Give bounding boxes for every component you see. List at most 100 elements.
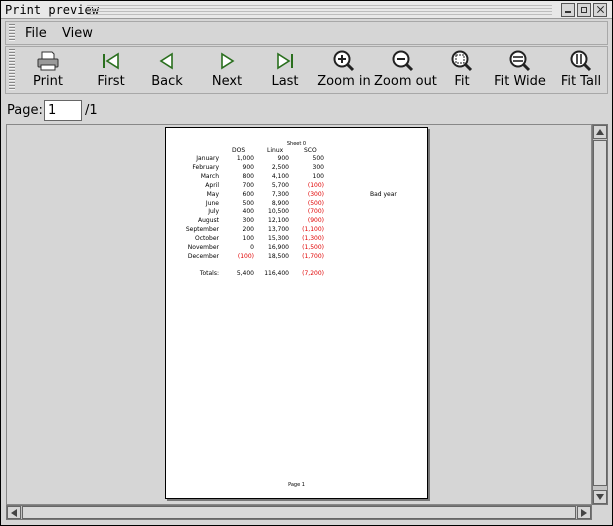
minimize-button[interactable]	[561, 3, 575, 17]
sco-value: (300)	[307, 190, 324, 198]
row-label: October	[194, 235, 219, 243]
fit-tall-label: Fit Tall	[560, 74, 602, 89]
row-label: July	[208, 208, 219, 216]
menu-bar-handle[interactable]	[9, 24, 15, 42]
fit-wide-label: Fit Wide	[494, 74, 546, 89]
sco-total: (7,200)	[302, 270, 324, 277]
page-total: /1	[85, 103, 98, 118]
next-arrow-icon	[215, 50, 239, 72]
linux-value: 18,500	[268, 252, 289, 260]
dos-total: 5,400	[236, 270, 254, 277]
next-label: Next	[211, 74, 243, 89]
preview-page: Sheet 0 Page 1 DOS Linux SCO January 1,000 90…	[165, 127, 428, 499]
fit-label: Fit	[454, 74, 470, 89]
menu-bar: File View	[5, 21, 608, 45]
zoom-out-icon	[391, 50, 415, 72]
sco-value: (1,700)	[302, 252, 324, 260]
title-bar-grip	[87, 5, 552, 15]
last-page-icon	[273, 50, 297, 72]
page-label: Page:	[7, 103, 43, 118]
horizontal-scrollbar[interactable]	[6, 505, 592, 520]
dos-value: 800	[242, 172, 254, 180]
row-label: November	[187, 244, 219, 251]
fit-tall-button[interactable]: Fit Tall	[558, 50, 604, 92]
fit-button[interactable]: Fit	[444, 50, 480, 92]
last-button[interactable]: Last	[265, 50, 305, 92]
linux-value: 10,500	[268, 208, 289, 216]
dos-value: 500	[242, 199, 254, 207]
sco-value: (1,100)	[302, 226, 324, 234]
dos-value: 100	[242, 235, 254, 243]
vertical-scrollbar[interactable]	[592, 124, 608, 505]
minimize-icon	[565, 11, 571, 13]
toolbar-handle[interactable]	[9, 49, 15, 91]
zoom-out-button[interactable]: Zoom out	[374, 50, 437, 92]
linux-value: 5,700	[271, 181, 289, 189]
menu-file[interactable]: File	[22, 25, 50, 42]
linux-total: 116,400	[264, 270, 289, 277]
linux-value: 7,300	[271, 190, 289, 198]
sco-value: (100)	[307, 181, 324, 189]
sheet-name: Sheet 0	[286, 141, 307, 147]
close-button[interactable]	[593, 3, 607, 17]
dos-value: 200	[242, 226, 254, 234]
page-footer: Page 1	[288, 482, 305, 488]
print-preview-window: Print preview File View Print First Back Ne…	[0, 0, 613, 526]
horizontal-scroll-thumb[interactable]	[22, 506, 576, 519]
dos-value: 400	[242, 208, 254, 216]
dos-value: 700	[242, 181, 254, 189]
back-label: Back	[151, 74, 183, 89]
page-navigator: Page: /1	[5, 98, 205, 122]
arrow-left-icon	[11, 509, 17, 517]
maximize-button[interactable]	[577, 3, 591, 17]
menu-view[interactable]: View	[59, 25, 96, 42]
fit-wide-button[interactable]: Fit Wide	[494, 50, 546, 92]
close-icon	[597, 7, 603, 13]
zoom-in-icon	[332, 50, 356, 72]
row-label: August	[198, 217, 219, 225]
row-label: April	[205, 181, 219, 189]
back-arrow-icon	[155, 50, 179, 72]
vertical-scroll-thumb[interactable]	[593, 140, 607, 486]
next-button[interactable]: Next	[207, 50, 247, 92]
totals-label: Totals:	[199, 270, 219, 277]
scroll-left-button[interactable]	[7, 506, 21, 519]
sco-value: 300	[312, 163, 324, 171]
scroll-right-button[interactable]	[577, 506, 591, 519]
column-header: DOS	[232, 147, 246, 154]
linux-value: 2,500	[271, 163, 289, 171]
row-label: March	[200, 172, 219, 180]
dos-value: 300	[242, 217, 254, 225]
sco-value: (1,500)	[302, 244, 324, 251]
linux-value: 13,700	[268, 226, 289, 234]
dos-value: 900	[242, 163, 254, 171]
zoom-in-label: Zoom in	[317, 74, 371, 89]
print-label: Print	[33, 74, 63, 89]
title-bar[interactable]: Print preview	[1, 1, 612, 19]
print-button[interactable]: Print	[23, 50, 73, 92]
scroll-down-button[interactable]	[593, 490, 607, 504]
row-label: December	[187, 252, 219, 260]
zoom-in-button[interactable]: Zoom in	[317, 50, 371, 92]
sco-value: (500)	[307, 199, 324, 207]
zoom-out-label: Zoom out	[374, 74, 437, 89]
linux-value: 4,100	[271, 172, 289, 180]
dos-value: 0	[250, 244, 254, 251]
sco-value: (700)	[307, 208, 324, 216]
row-label: May	[206, 190, 219, 198]
printer-icon	[36, 50, 60, 72]
sco-value: (900)	[307, 217, 324, 225]
row-label: September	[185, 226, 219, 234]
column-header: SCO	[304, 147, 317, 154]
first-button[interactable]: First	[91, 50, 131, 92]
arrow-up-icon	[596, 129, 604, 135]
preview-canvas[interactable]: Sheet 0 Page 1 DOS Linux SCO January 1,000 90…	[6, 124, 592, 505]
fit-wide-icon	[508, 50, 532, 72]
last-label: Last	[271, 74, 299, 89]
row-label: June	[205, 199, 219, 207]
scroll-up-button[interactable]	[593, 125, 607, 139]
arrow-down-icon	[596, 494, 604, 500]
window-title: Print preview	[5, 3, 99, 17]
page-number-input[interactable]	[44, 100, 82, 121]
back-button[interactable]: Back	[147, 50, 187, 92]
